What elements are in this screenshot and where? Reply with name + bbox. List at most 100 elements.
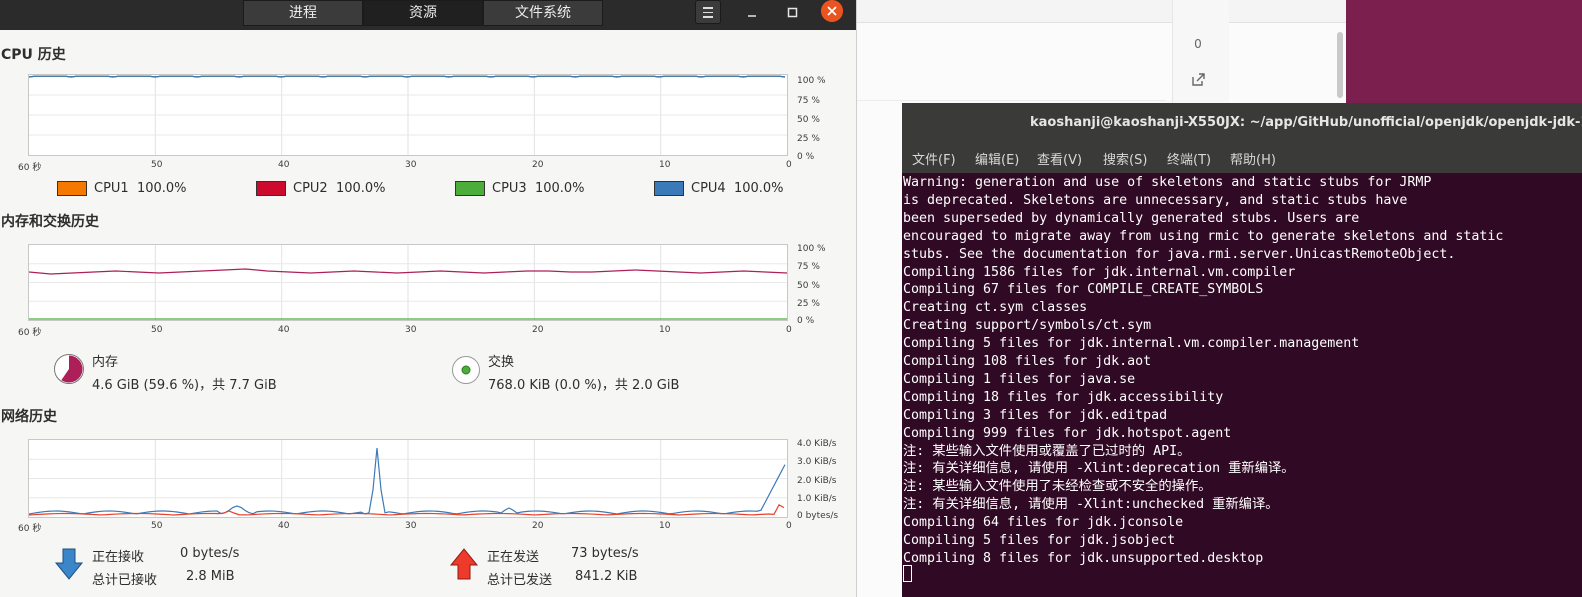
minimize-button[interactable] bbox=[741, 4, 763, 26]
swap-label: 交换 bbox=[488, 355, 515, 370]
sending-arrow-icon[interactable] bbox=[449, 548, 479, 580]
network-xtick: 30 bbox=[405, 521, 417, 531]
terminal-line: Compiling 18 files for jdk.accessibility bbox=[903, 389, 1224, 405]
terminal-line: stubs. See the documentation for java.rm… bbox=[903, 246, 1456, 262]
terminal-titlebar[interactable]: kaoshanji@kaoshanji-X550JX: ~/app/GitHub… bbox=[902, 103, 1582, 143]
cpu-graph-canvas bbox=[29, 75, 787, 155]
cpu3-color-swatch[interactable] bbox=[455, 181, 485, 196]
cpu1-color-swatch[interactable] bbox=[57, 181, 87, 196]
network-receive-line bbox=[29, 447, 786, 515]
network-xtick: 10 bbox=[659, 521, 671, 531]
terminal-line: Creating ct.sym classes bbox=[903, 300, 1088, 316]
comment-count: 0 bbox=[1194, 37, 1202, 51]
menu-search[interactable]: 搜索(S) bbox=[1103, 149, 1147, 168]
receiving-label: 正在接收 bbox=[92, 550, 145, 565]
memory-graph-canvas bbox=[29, 245, 787, 320]
share-icon[interactable] bbox=[1190, 72, 1206, 88]
terminal-line: Creating support/symbols/ct.sym bbox=[903, 318, 1152, 334]
background-window-topbar bbox=[856, 0, 1346, 23]
cpu-xtick: 0 bbox=[786, 160, 792, 170]
cpu-ytick: 50 % bbox=[797, 115, 820, 125]
terminal-line: Warning: generation and use of skeletons… bbox=[903, 175, 1432, 190]
terminal-line: 注: 有关详细信息, 请使用 -Xlint:deprecation 重新编译。 bbox=[903, 461, 1295, 477]
swap-pie-icon[interactable] bbox=[451, 355, 481, 385]
background-window-divider bbox=[856, 100, 1166, 101]
network-ytick: 2.0 KiB/s bbox=[797, 476, 837, 486]
memory-xtick: 40 bbox=[278, 325, 290, 335]
terminal-line: 注: 某些输入文件使用或覆盖了已过时的 API。 bbox=[903, 443, 1191, 459]
background-side-actions bbox=[1172, 0, 1229, 110]
cpu-ytick: 75 % bbox=[797, 96, 820, 106]
cpu1-label: CPU1 100.0% bbox=[94, 181, 187, 196]
cpu3-label: CPU3 100.0% bbox=[492, 181, 585, 196]
cpu4-color-swatch[interactable] bbox=[654, 181, 684, 196]
cpu-xtick: 10 bbox=[659, 160, 671, 170]
network-xtick: 60 秒 bbox=[18, 524, 42, 534]
network-ytick: 4.0 KiB/s bbox=[797, 439, 837, 449]
memory-xtick: 50 bbox=[151, 325, 163, 335]
total-received-label: 总计已接收 bbox=[92, 573, 158, 588]
memory-xtick: 0 bbox=[786, 325, 792, 335]
cpu-xtick: 20 bbox=[532, 160, 544, 170]
terminal-output[interactable]: Warning: generation and use of skeletons… bbox=[902, 173, 1582, 597]
cpu2-label: CPU2 100.0% bbox=[293, 181, 386, 196]
total-sent-label: 总计已发送 bbox=[487, 573, 553, 588]
network-ytick: 1.0 KiB/s bbox=[797, 494, 837, 504]
system-monitor-titlebar: 进程 资源 文件系统 bbox=[0, 0, 856, 30]
menu-terminal[interactable]: 终端(T) bbox=[1167, 149, 1211, 168]
terminal-line: Compiling 108 files for jdk.aot bbox=[903, 354, 1152, 369]
close-button[interactable] bbox=[821, 0, 843, 22]
cpu2-color-swatch[interactable] bbox=[256, 181, 286, 196]
cpu4-label: CPU4 100.0% bbox=[691, 181, 784, 196]
cpu-history-title: CPU 历史 bbox=[1, 47, 66, 63]
cpu-history-graph bbox=[28, 74, 788, 156]
menu-help[interactable]: 帮助(H) bbox=[1230, 149, 1276, 168]
memory-pie-icon[interactable] bbox=[53, 353, 85, 385]
terminal-line: Compiling 3 files for jdk.editpad bbox=[903, 407, 1168, 423]
terminal-line: 注: 有关详细信息, 请使用 -Xlint:unchecked 重新编译。 bbox=[903, 497, 1279, 513]
tab-processes[interactable]: 进程 bbox=[243, 0, 363, 26]
terminal-menubar: 文件(F) 编辑(E) 查看(V) 搜索(S) 终端(T) 帮助(H) bbox=[902, 143, 1582, 173]
system-monitor-window: 进程 资源 文件系统 CPU 历史 100 % 75 % 50 % 25 % 0… bbox=[0, 0, 857, 597]
cpu-xtick: 60 秒 bbox=[18, 163, 42, 173]
network-xtick: 50 bbox=[151, 521, 163, 531]
sending-rate: 73 bytes/s bbox=[571, 546, 639, 561]
terminal-line: Compiling 8 files for jdk.unsupported.de… bbox=[903, 550, 1264, 566]
menu-file[interactable]: 文件(F) bbox=[912, 149, 956, 168]
tab-resources[interactable]: 资源 bbox=[363, 0, 483, 26]
network-xtick: 20 bbox=[532, 521, 544, 531]
terminal-title: kaoshanji@kaoshanji-X550JX: ~/app/GitHub… bbox=[1030, 115, 1582, 130]
memory-xtick: 10 bbox=[659, 325, 671, 335]
terminal-line: Compiling 999 files for jdk.hotspot.agen… bbox=[903, 425, 1232, 441]
maximize-button[interactable] bbox=[782, 4, 804, 26]
terminal-window[interactable]: kaoshanji@kaoshanji-X550JX: ~/app/GitHub… bbox=[902, 103, 1582, 597]
receiving-arrow-icon[interactable] bbox=[54, 548, 84, 580]
cpu-xtick: 30 bbox=[405, 160, 417, 170]
memory-usage-value: 4.6 GiB (59.6 %)，共 7.7 GiB bbox=[92, 378, 277, 393]
terminal-line: Compiling 64 files for jdk.jconsole bbox=[903, 515, 1184, 531]
cpu-ytick: 25 % bbox=[797, 134, 820, 144]
memory-ytick: 25 % bbox=[797, 299, 820, 309]
terminal-line: 注: 某些输入文件使用了未经检查或不安全的操作。 bbox=[903, 479, 1212, 495]
terminal-line: been superseded by dynamically generated… bbox=[903, 210, 1360, 226]
terminal-line: Compiling 5 files for jdk.internal.vm.co… bbox=[903, 336, 1360, 352]
terminal-line: is deprecated. Skeletons are unnecessary… bbox=[903, 192, 1408, 208]
network-graph-canvas bbox=[29, 440, 787, 517]
cpu-ytick: 100 % bbox=[797, 76, 826, 86]
memory-ytick: 50 % bbox=[797, 281, 820, 291]
network-xtick: 0 bbox=[786, 521, 792, 531]
total-sent-value: 841.2 KiB bbox=[575, 569, 638, 584]
memory-xtick: 20 bbox=[532, 325, 544, 335]
tab-file-systems[interactable]: 文件系统 bbox=[483, 0, 603, 26]
hamburger-menu-button[interactable] bbox=[695, 0, 721, 24]
menu-view[interactable]: 查看(V) bbox=[1037, 149, 1082, 168]
menu-edit[interactable]: 编辑(E) bbox=[975, 149, 1019, 168]
network-history-title: 网络历史 bbox=[1, 409, 57, 425]
terminal-line: Compiling 1 files for java.se bbox=[903, 371, 1136, 387]
memory-xtick: 60 秒 bbox=[18, 328, 42, 338]
total-received-value: 2.8 MiB bbox=[186, 569, 235, 584]
memory-label: 内存 bbox=[92, 355, 119, 370]
memory-xtick: 30 bbox=[405, 325, 417, 335]
background-scrollbar[interactable] bbox=[1337, 32, 1343, 98]
network-ytick: 0 bytes/s bbox=[797, 511, 839, 521]
